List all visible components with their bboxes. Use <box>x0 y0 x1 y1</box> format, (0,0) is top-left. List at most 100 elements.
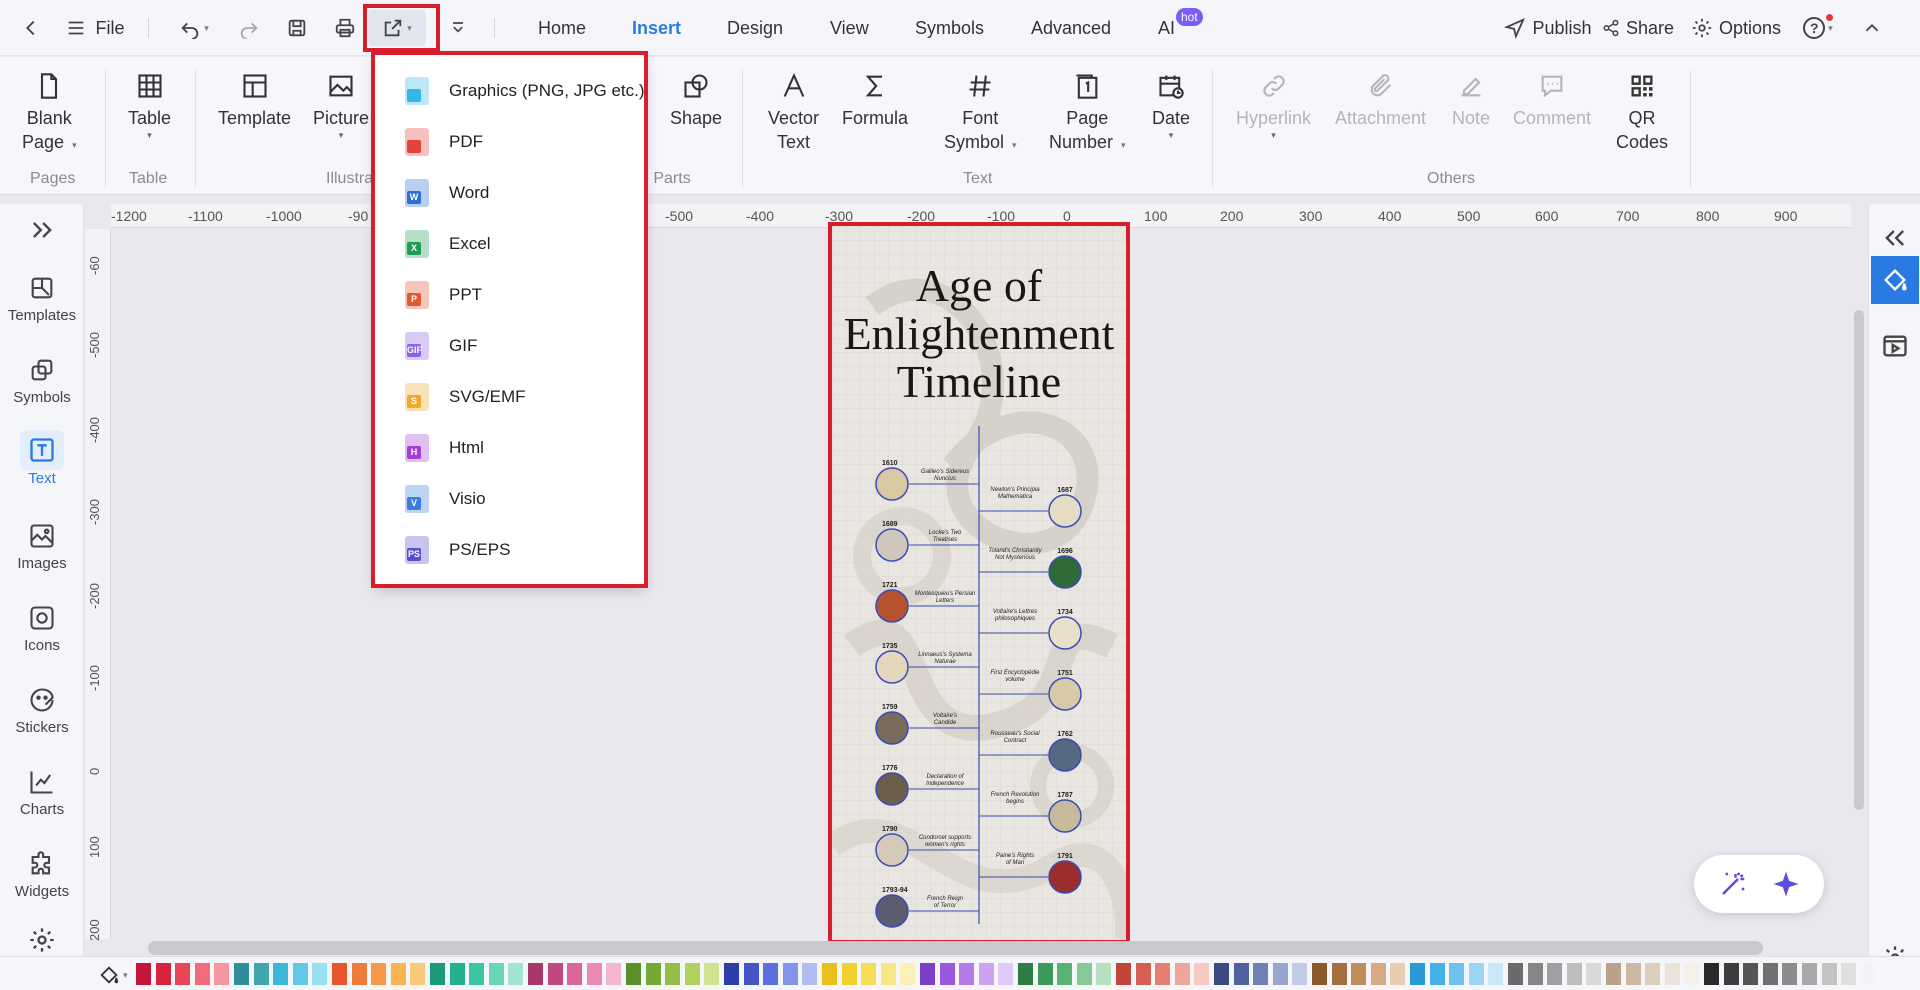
color-swatch[interactable] <box>1096 963 1112 985</box>
table-button[interactable]: Table ▾ <box>128 70 171 140</box>
color-swatch[interactable] <box>802 963 818 985</box>
color-swatch[interactable] <box>1860 963 1876 985</box>
color-swatch[interactable] <box>1370 963 1386 985</box>
sidebar-item-stickers[interactable]: Stickers <box>0 686 84 736</box>
color-swatch[interactable] <box>1292 963 1308 985</box>
help-button[interactable]: ? ▾ <box>1798 14 1838 42</box>
color-swatch[interactable] <box>136 963 151 985</box>
color-swatch[interactable] <box>1018 963 1033 985</box>
color-swatch[interactable] <box>1488 963 1504 985</box>
color-swatch[interactable] <box>273 963 289 985</box>
color-swatch[interactable] <box>469 963 485 985</box>
color-swatch[interactable] <box>1625 963 1641 985</box>
color-swatch[interactable] <box>626 963 641 985</box>
color-swatch[interactable] <box>488 963 504 985</box>
picture-button[interactable]: Picture ▾ <box>313 70 369 140</box>
color-swatch[interactable] <box>194 963 210 985</box>
color-swatch[interactable] <box>1723 963 1739 985</box>
color-swatch[interactable] <box>1606 963 1621 985</box>
redo-button[interactable] <box>236 14 262 42</box>
color-swatch[interactable] <box>1566 963 1582 985</box>
blank-page-button[interactable]: Blank Page ▾ <box>22 70 77 157</box>
page-number-button[interactable]: Page Number ▾ <box>1049 70 1126 157</box>
export-item-pdf[interactable]: PDF <box>405 122 483 162</box>
color-swatch[interactable] <box>1272 963 1288 985</box>
color-swatch[interactable] <box>1743 963 1759 985</box>
color-swatch[interactable] <box>508 963 524 985</box>
color-swatch[interactable] <box>684 963 700 985</box>
options-button[interactable]: Options <box>1690 14 1782 42</box>
tab-insert[interactable]: Insert <box>632 18 681 39</box>
font-symbol-button[interactable]: Font Symbol ▾ <box>944 70 1017 157</box>
color-swatch[interactable] <box>841 963 857 985</box>
color-swatch[interactable] <box>1684 963 1700 985</box>
sidebar-item-text[interactable]: Text <box>0 430 84 487</box>
back-icon[interactable] <box>18 14 44 42</box>
color-swatch[interactable] <box>1351 963 1367 985</box>
sidebar-item-widgets[interactable]: Widgets <box>0 850 84 900</box>
sidebar-item-icons[interactable]: Icons <box>0 604 84 654</box>
sidebar-settings-button[interactable] <box>0 926 84 959</box>
tab-advanced[interactable]: Advanced <box>1031 18 1111 39</box>
color-swatch[interactable] <box>1782 963 1798 985</box>
color-swatch[interactable] <box>763 963 779 985</box>
color-swatch[interactable] <box>332 963 347 985</box>
print-button[interactable] <box>332 14 358 42</box>
color-swatch[interactable] <box>1762 963 1778 985</box>
color-swatch[interactable] <box>978 963 994 985</box>
export-item-visio[interactable]: V Visio <box>405 479 486 519</box>
color-swatch[interactable] <box>234 963 249 985</box>
horizontal-scrollbar[interactable] <box>148 941 1763 955</box>
color-swatch[interactable] <box>1527 963 1543 985</box>
tab-design[interactable]: Design <box>727 18 783 39</box>
color-swatch[interactable] <box>861 963 877 985</box>
sidebar-item-charts[interactable]: Charts <box>0 768 84 818</box>
color-swatch[interactable] <box>1449 963 1465 985</box>
magic-wand-icon[interactable] <box>1718 869 1748 899</box>
vertical-scrollbar[interactable] <box>1854 310 1864 810</box>
export-item-ppt[interactable]: P PPT <box>405 275 482 315</box>
color-swatch[interactable] <box>1135 963 1151 985</box>
color-swatch[interactable] <box>724 963 739 985</box>
color-swatch[interactable] <box>1312 963 1327 985</box>
color-swatch[interactable] <box>939 963 955 985</box>
color-swatch[interactable] <box>1174 963 1190 985</box>
note-button[interactable]: Note <box>1452 70 1490 130</box>
color-swatch[interactable] <box>410 963 426 985</box>
color-swatch[interactable] <box>1331 963 1347 985</box>
collapse-ribbon-button[interactable] <box>1860 14 1884 42</box>
undo-button[interactable]: ▾ <box>170 14 218 42</box>
export-dropdown-caret[interactable]: ▾ <box>407 23 412 34</box>
color-swatch[interactable] <box>1194 963 1210 985</box>
save-button[interactable] <box>284 14 310 42</box>
vector-text-button[interactable]: Vector Text <box>768 70 819 154</box>
date-button[interactable]: Date ▾ <box>1152 70 1190 140</box>
export-item-ps-eps[interactable]: PS PS/EPS <box>405 530 510 570</box>
color-swatch[interactable] <box>900 963 916 985</box>
color-swatch[interactable] <box>1233 963 1249 985</box>
color-swatch[interactable] <box>665 963 681 985</box>
color-swatch[interactable] <box>959 963 975 985</box>
fill-color-button[interactable]: ▾ <box>98 963 128 987</box>
color-swatch[interactable] <box>214 963 230 985</box>
color-swatch[interactable] <box>371 963 387 985</box>
color-swatch[interactable] <box>567 963 583 985</box>
tab-symbols[interactable]: Symbols <box>915 18 984 39</box>
color-swatch[interactable] <box>1704 963 1719 985</box>
export-item-gif[interactable]: GIF GIF <box>405 326 477 366</box>
expand-panel-button[interactable] <box>0 216 84 249</box>
color-swatch[interactable] <box>175 963 191 985</box>
color-swatch[interactable] <box>1253 963 1269 985</box>
sidebar-item-symbols[interactable]: Symbols <box>0 356 84 406</box>
color-swatch[interactable] <box>743 963 759 985</box>
color-swatch[interactable] <box>1802 963 1817 985</box>
attachment-button[interactable]: Attachment <box>1335 70 1426 130</box>
presentation-panel-button[interactable] <box>1871 322 1919 370</box>
color-swatch[interactable] <box>880 963 896 985</box>
color-swatch[interactable] <box>1390 963 1406 985</box>
color-swatch[interactable] <box>449 963 465 985</box>
export-item-svg-emf[interactable]: S SVG/EMF <box>405 377 526 417</box>
color-swatch[interactable] <box>312 963 328 985</box>
color-swatch[interactable] <box>1155 963 1171 985</box>
color-swatch[interactable] <box>645 963 661 985</box>
